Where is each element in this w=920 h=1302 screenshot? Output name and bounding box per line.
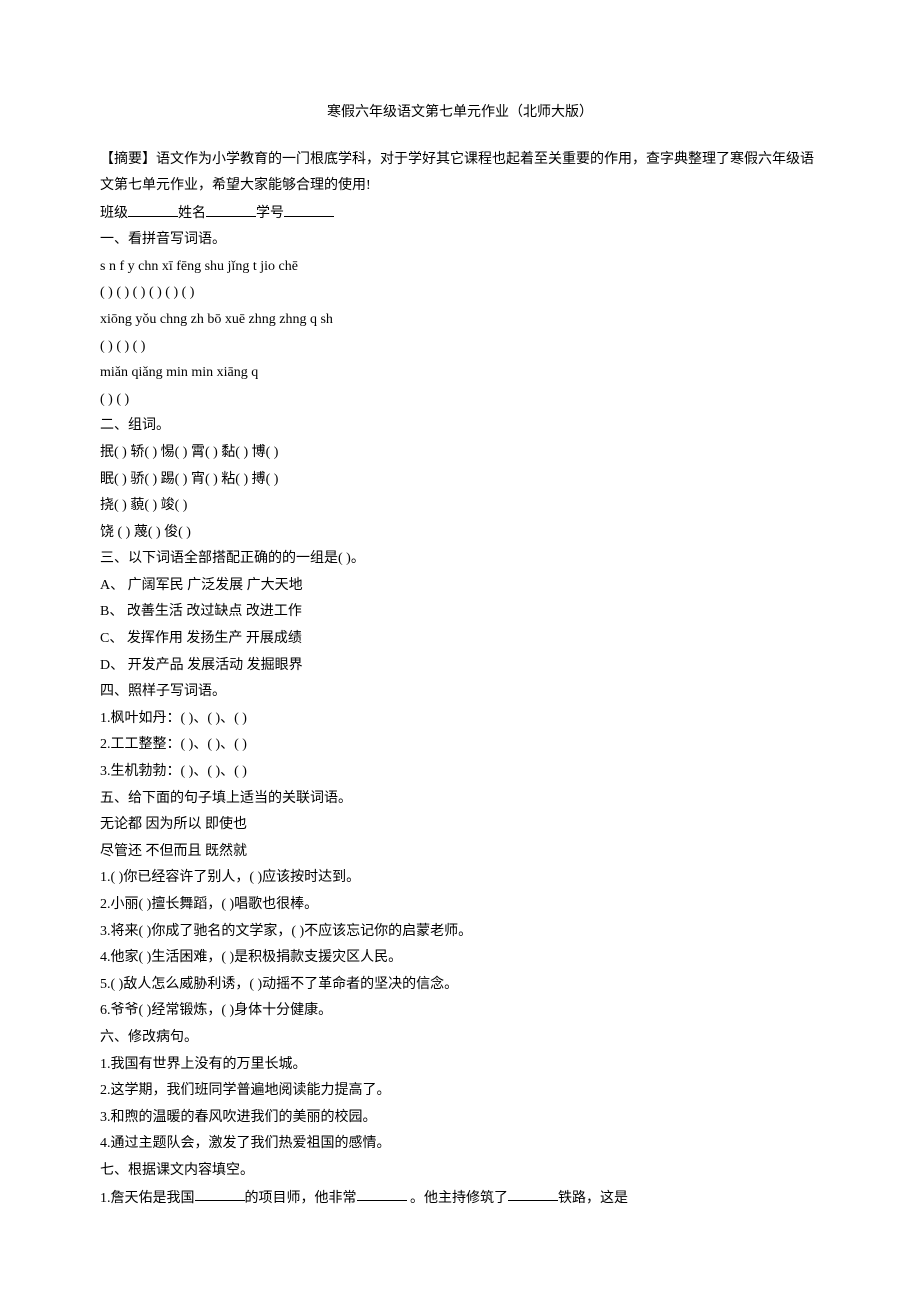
name-blank	[206, 200, 256, 217]
class-blank	[128, 200, 178, 217]
q1-header: 一、看拼音写词语。	[100, 227, 820, 254]
q1-pinyin-2: xiōng yǒu chng zh bō xuē zhng zhng q sh	[100, 307, 820, 334]
q7-header: 七、根据课文内容填空。	[100, 1158, 820, 1185]
q3-opt-c: C、 发挥作用 发扬生产 开展成绩	[100, 626, 820, 653]
q4-item-2: 2.工工整整：( )、( )、( )	[100, 732, 820, 759]
abstract: 【摘要】语文作为小学教育的一门根底学科，对于学好其它课程也起着至关重要的作用，查…	[100, 147, 820, 200]
q2-header: 二、组词。	[100, 413, 820, 440]
q4-item-1: 1.枫叶如丹：( )、( )、( )	[100, 706, 820, 733]
q5-item-5: 5.( )敌人怎么威胁利诱，( )动摇不了革命者的坚决的信念。	[100, 972, 820, 999]
q7-item-1: 1.詹天佑是我国 的项目师，他非常 。他主持修筑了 铁路，这是	[100, 1185, 820, 1212]
id-blank	[284, 200, 334, 217]
q5-item-2: 2.小丽( )擅长舞蹈，( )唱歌也很棒。	[100, 892, 820, 919]
q1-paren-3: ( ) ( )	[100, 387, 820, 414]
q7-1-blank1	[195, 1185, 245, 1202]
q7-1-blank3	[508, 1185, 558, 1202]
q1-paren-2: ( ) ( ) ( )	[100, 334, 820, 361]
document-body: 【摘要】语文作为小学教育的一门根底学科，对于学好其它课程也起着至关重要的作用，查…	[100, 147, 820, 1212]
q6-item-4: 4.通过主题队会，激发了我们热爱祖国的感情。	[100, 1131, 820, 1158]
q7-1-p2: 的项目师，他非常	[245, 1190, 357, 1205]
q3-header: 三、以下词语全部搭配正确的的一组是( )。	[100, 546, 820, 573]
q6-header: 六、修改病句。	[100, 1025, 820, 1052]
q4-header: 四、照样子写词语。	[100, 679, 820, 706]
q5-pre-2: 尽管还 不但而且 既然就	[100, 839, 820, 866]
id-label: 学号	[256, 206, 284, 221]
q7-1-p4: 铁路，这是	[558, 1190, 628, 1205]
q4-item-3: 3.生机勃勃：( )、( )、( )	[100, 759, 820, 786]
q2-line-4: 饶 ( ) 蔑( ) 俊( )	[100, 520, 820, 547]
q5-item-3: 3.将来( )你成了驰名的文学家，( )不应该忘记你的启蒙老师。	[100, 919, 820, 946]
q6-item-1: 1.我国有世界上没有的万里长城。	[100, 1052, 820, 1079]
q5-item-1: 1.( )你已经容许了别人，( )应该按时达到。	[100, 865, 820, 892]
q1-pinyin-1: s n f y chn xī fēng shu jǐng t jio chē	[100, 254, 820, 281]
q2-line-3: 挠( ) 藐( ) 竣( )	[100, 493, 820, 520]
q1-pinyin-3: miǎn qiǎng min min xiāng q	[100, 360, 820, 387]
title-text: 寒假六年级语文第七单元作业（北师大版）	[327, 105, 593, 120]
document-title: 寒假六年级语文第七单元作业（北师大版）	[100, 100, 820, 127]
q5-header: 五、给下面的句子填上适当的关联词语。	[100, 786, 820, 813]
name-line: 班级 姓名 学号	[100, 200, 820, 227]
q2-line-2: 眠( ) 骄( ) 踢( ) 宵( ) 粘( ) 搏( )	[100, 467, 820, 494]
q3-opt-a: A、 广阔军民 广泛发展 广大天地	[100, 573, 820, 600]
name-label: 姓名	[178, 206, 206, 221]
q3-opt-b: B、 改善生活 改过缺点 改进工作	[100, 599, 820, 626]
q2-line-1: 抿( ) 轿( ) 惕( ) 霄( ) 黏( ) 博( )	[100, 440, 820, 467]
q7-1-blank2	[357, 1185, 407, 1202]
q7-1-p3: 。他主持修筑了	[407, 1190, 509, 1205]
q6-item-2: 2.这学期，我们班同学普遍地阅读能力提高了。	[100, 1078, 820, 1105]
q5-item-4: 4.他家( )生活困难，( )是积极捐款支援灾区人民。	[100, 945, 820, 972]
q5-pre-1: 无论都 因为所以 即使也	[100, 812, 820, 839]
q6-item-3: 3.和煦的温暖的春风吹进我们的美丽的校园。	[100, 1105, 820, 1132]
q3-opt-d: D、 开发产品 发展活动 发掘眼界	[100, 653, 820, 680]
q5-item-6: 6.爷爷( )经常锻炼，( )身体十分健康。	[100, 998, 820, 1025]
class-label: 班级	[100, 206, 128, 221]
q7-1-p1: 1.詹天佑是我国	[100, 1190, 195, 1205]
q1-paren-1: ( ) ( ) ( ) ( ) ( ) ( )	[100, 280, 820, 307]
